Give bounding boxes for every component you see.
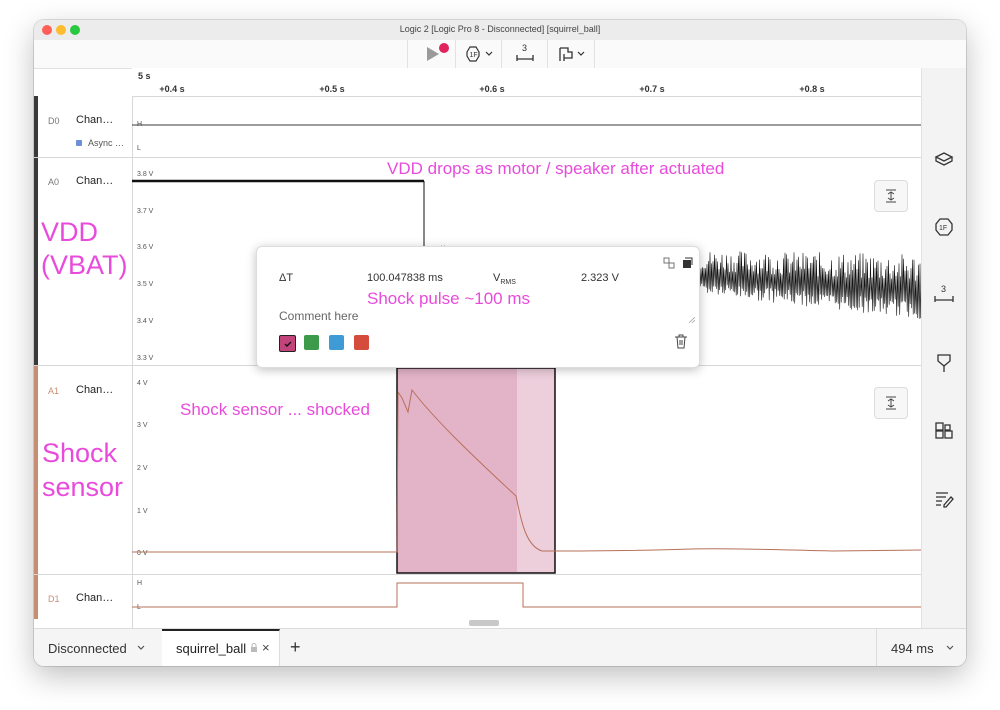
trigger-dropdown[interactable]: 1F	[455, 40, 502, 68]
zoom-dropdown[interactable]: 494 ms	[876, 629, 966, 666]
session-tab-label: squirrel_ball	[176, 641, 247, 656]
color-swatch[interactable]	[304, 335, 319, 350]
close-tab-button[interactable]: ×	[262, 640, 270, 655]
play-icon	[427, 43, 449, 61]
delta-t-value: 100.047838 ms	[367, 272, 443, 284]
notes-icon[interactable]	[932, 488, 956, 510]
ruler-start-time: 5 s	[138, 71, 151, 81]
expand-channel-a0-button[interactable]	[874, 180, 908, 212]
channel-row-d0[interactable]: D0 Chan… Async …	[34, 96, 132, 158]
a0-y-label: 3.5 V	[137, 281, 154, 288]
layout-icon	[559, 47, 585, 61]
d0-low-label: L	[137, 145, 141, 152]
resize-handle-icon[interactable]	[689, 317, 695, 323]
comment-field[interactable]: Comment here	[279, 309, 358, 323]
channel-id: A0	[48, 177, 60, 187]
a1-y-label: 2 V	[137, 465, 148, 472]
annotation-shock-pulse: Shock pulse ~100 ms	[367, 289, 531, 308]
a0-y-label: 3.6 V	[137, 244, 154, 251]
zoom-value: 494 ms	[891, 641, 934, 656]
channel-id: D1	[48, 594, 60, 604]
d1-waveform	[132, 582, 922, 608]
annotation-vdd: VDD (VBAT)	[41, 217, 128, 280]
add-tab-button[interactable]: +	[290, 637, 301, 658]
channel-color-bar	[34, 575, 38, 619]
channel-color-bar	[34, 158, 38, 365]
chevron-down-icon	[137, 645, 145, 650]
analyzer-color-dot	[76, 140, 82, 146]
svg-text:3: 3	[941, 284, 946, 294]
measure-button[interactable]: 3	[501, 40, 548, 68]
chevron-down-icon	[946, 645, 954, 650]
trash-icon[interactable]	[674, 334, 688, 349]
start-capture-button[interactable]	[407, 40, 456, 68]
time-ruler[interactable]: 5 s +0.4 s +0.5 s +0.6 s +0.7 s +0.8 s	[132, 68, 922, 97]
title-bar: Logic 2 [Logic Pro 8 - Disconnected] [sq…	[34, 20, 966, 41]
delta-t-label: ΔT	[279, 272, 294, 284]
pin-icon[interactable]	[681, 257, 693, 269]
a1-y-label: 4 V	[137, 380, 148, 387]
annotation-shock-sensor: Shock sensor	[42, 438, 124, 502]
window-title: Logic 2 [Logic Pro 8 - Disconnected] [sq…	[399, 24, 601, 34]
channel-id: D0	[48, 116, 60, 126]
channel-color-bar	[34, 366, 38, 574]
extensions-icon[interactable]	[932, 420, 956, 442]
channel-name[interactable]: Chan…	[76, 114, 113, 126]
a1-y-label: 0 V	[137, 550, 148, 557]
channel-name[interactable]: Chan…	[76, 175, 113, 187]
app-window: Logic 2 [Logic Pro 8 - Disconnected] [sq…	[34, 20, 966, 666]
device-dropdown[interactable]: Disconnected	[34, 629, 163, 666]
a1-y-label: 3 V	[137, 422, 148, 429]
horizontal-scroll-handle[interactable]	[469, 620, 499, 626]
device-status: Disconnected	[48, 641, 127, 656]
color-swatch[interactable]	[354, 335, 369, 350]
vrms-value: 2.323 V	[581, 272, 619, 284]
right-sidebar: 1F 3	[921, 68, 966, 628]
a0-y-label: 3.8 V	[137, 171, 154, 178]
color-swatch-selected[interactable]	[279, 335, 296, 352]
measure-icon: 3	[516, 43, 534, 61]
bottom-bar: Disconnected squirrel_ball × + 494 ms	[34, 628, 966, 666]
ruler-tick: +0.8 s	[799, 84, 825, 94]
channel-labels: D0 Chan… Async … A0 Chan… A1 Chan… D1 Ch…	[34, 96, 133, 628]
annotations-icon[interactable]	[932, 352, 956, 374]
a0-y-label: 3.7 V	[137, 208, 154, 215]
ruler-tick: +0.6 s	[479, 84, 505, 94]
color-swatch[interactable]	[329, 335, 344, 350]
a0-y-label: 3.3 V	[137, 355, 154, 362]
svg-text:1F: 1F	[939, 225, 947, 232]
ruler-tick: +0.4 s	[159, 84, 185, 94]
ruler-tick: +0.7 s	[639, 84, 665, 94]
a1-y-label: 1 V	[137, 508, 148, 515]
trigger-icon: 1F	[466, 46, 493, 62]
measure-value: 3	[522, 43, 527, 53]
checkmark-icon	[284, 341, 291, 347]
vrms-label: VRMS	[493, 272, 516, 287]
annotation-shock-sensor-shocked: Shock sensor ... shocked	[180, 400, 370, 419]
measurements-icon[interactable]: 3	[932, 284, 956, 306]
channel-color-bar	[34, 96, 38, 157]
annotation-vdd-drop: VDD drops as motor / speaker after actua…	[387, 159, 725, 178]
a0-y-label: 3.4 V	[137, 318, 154, 325]
session-tab[interactable]: squirrel_ball ×	[162, 629, 280, 666]
measurement-selection-tail	[517, 369, 554, 572]
trigger-settings-icon[interactable]: 1F	[932, 216, 956, 238]
analyzers-icon[interactable]	[932, 148, 956, 170]
channel-name[interactable]: Chan…	[76, 384, 113, 396]
channel-id: A1	[48, 386, 60, 396]
svg-text:1F: 1F	[470, 52, 478, 59]
channel-row-d1[interactable]: D1 Chan…	[34, 575, 132, 619]
channel-name[interactable]: Chan…	[76, 592, 113, 604]
toolbar: 1F 3	[34, 40, 966, 69]
lock-icon	[251, 643, 257, 652]
ruler-tick: +0.5 s	[319, 84, 345, 94]
d1-high-label: H	[137, 580, 142, 587]
expand-vertical-icon	[886, 396, 896, 410]
layout-dropdown[interactable]	[547, 40, 595, 68]
expand-channel-a1-button[interactable]	[874, 387, 908, 419]
expand-vertical-icon	[886, 189, 896, 203]
copy-icon[interactable]	[663, 257, 675, 269]
analyzer-name[interactable]: Async …	[88, 138, 124, 148]
